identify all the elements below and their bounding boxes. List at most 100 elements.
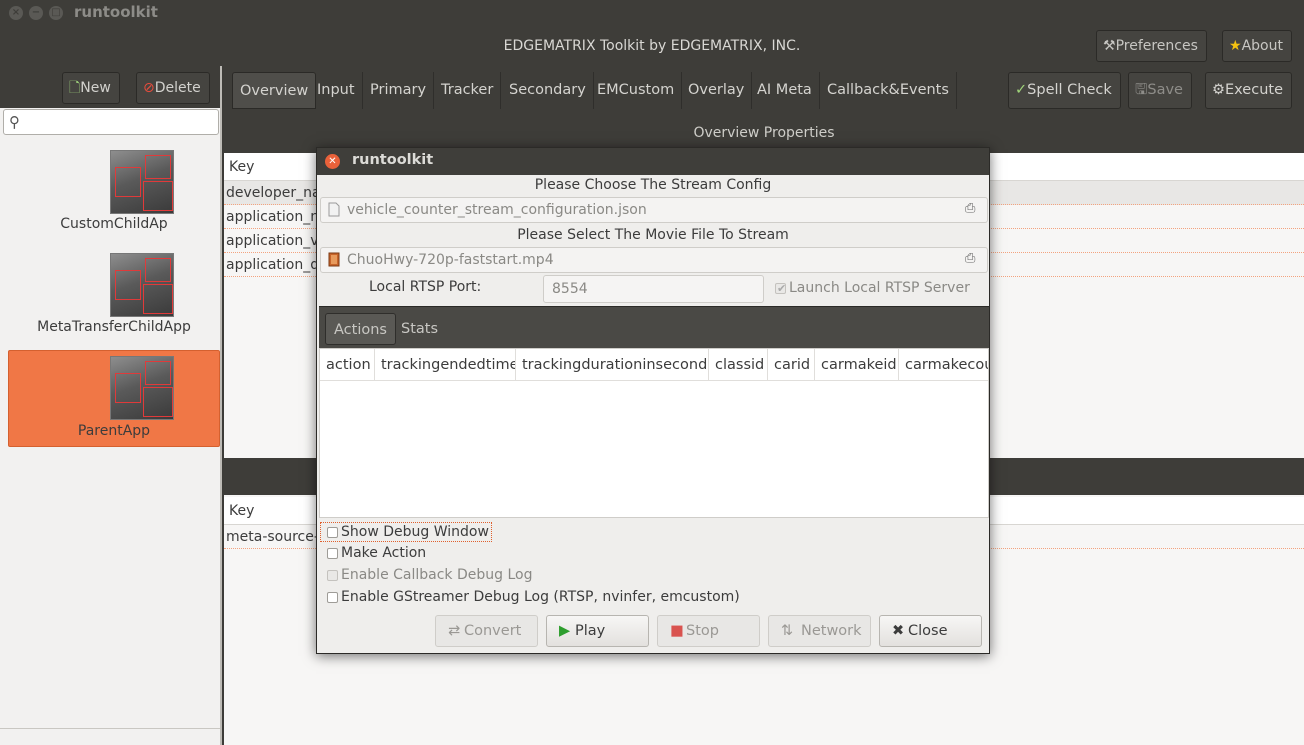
- callback-debug-checkbox[interactable]: Enable Callback Debug Log: [321, 566, 533, 586]
- window-minimize-icon[interactable]: −: [29, 6, 43, 20]
- tab-overlay[interactable]: Overlay: [681, 72, 753, 109]
- movie-file: ChuoHwy-720p-faststart.mp4: [347, 252, 554, 268]
- tools-icon: ⚒: [1103, 38, 1116, 54]
- search-icon: ⚲: [9, 113, 20, 131]
- network-button[interactable]: ⇅ Network: [768, 615, 871, 647]
- convert-button[interactable]: ⇄ Convert: [435, 615, 538, 647]
- network-label: Network: [801, 623, 862, 639]
- new-button[interactable]: 🗋New: [62, 72, 120, 104]
- movie-file-chooser[interactable]: ChuoHwy-720p-faststart.mp4 ⎙: [320, 247, 988, 273]
- file-icon: [328, 202, 340, 217]
- rtsp-port-input[interactable]: 8554: [543, 275, 764, 303]
- spell-check-icon: ✓: [1015, 82, 1028, 98]
- header-bar: EDGEMATRIX Toolkit by EDGEMATRIX, INC. ⚒…: [0, 26, 1304, 66]
- app-label: ParentApp: [77, 423, 151, 439]
- network-icon: ⇅: [781, 623, 794, 639]
- column-header[interactable]: trackingdurationinseconds: [516, 349, 709, 381]
- play-label: Play: [575, 623, 606, 639]
- stop-icon: ■: [670, 623, 684, 639]
- app-thumbnail: [110, 253, 174, 317]
- close-button[interactable]: ✖ Close: [879, 615, 982, 647]
- sidebar-footer-divider: [0, 728, 220, 729]
- play-icon: ▶: [559, 623, 571, 639]
- stop-button[interactable]: ■ Stop: [657, 615, 760, 647]
- spell-check-button[interactable]: ✓Spell Check: [1008, 72, 1121, 109]
- delete-button[interactable]: ⊘Delete: [136, 72, 210, 104]
- film-icon: [328, 252, 340, 267]
- open-file-icon: ⎙: [965, 251, 976, 266]
- stream-config-file: vehicle_counter_stream_configuration.jso…: [347, 202, 647, 218]
- no-entry-icon: ⊘: [143, 80, 155, 96]
- window-maximize-icon[interactable]: □: [49, 6, 63, 20]
- spell-check-label: Spell Check: [1027, 82, 1112, 98]
- preferences-button[interactable]: ⚒Preferences: [1096, 30, 1207, 62]
- tab-overview[interactable]: Overview: [232, 72, 317, 109]
- save-button[interactable]: 🖫Save: [1128, 72, 1192, 109]
- close-icon[interactable]: ✕: [325, 154, 340, 169]
- app-item-customchildapp[interactable]: CustomChildAp: [8, 150, 220, 247]
- about-label: About: [1241, 38, 1283, 54]
- stream-config-chooser[interactable]: vehicle_counter_stream_configuration.jso…: [320, 197, 988, 223]
- tab-emcustom[interactable]: EMCustom: [590, 72, 683, 109]
- stream-config-label: Please Choose The Stream Config: [534, 177, 772, 193]
- tab-actions[interactable]: Actions: [325, 313, 396, 345]
- new-label: New: [80, 80, 111, 96]
- app-thumbnail: [110, 150, 174, 214]
- tab-primary[interactable]: Primary: [363, 72, 435, 109]
- app-thumbnail: [110, 356, 174, 420]
- app-item-metatransferchildapp[interactable]: MetaTransferChildApp: [8, 253, 220, 350]
- app-label: MetaTransferChildApp: [37, 319, 191, 335]
- app-label: CustomChildAp: [60, 216, 168, 232]
- tab-ai-meta[interactable]: AI Meta: [750, 72, 820, 109]
- stack-switcher: Actions Stats: [319, 306, 989, 348]
- convert-icon: ⇄: [448, 623, 461, 639]
- app-item-parentapp[interactable]: ParentApp: [8, 350, 220, 447]
- about-button[interactable]: ★About: [1222, 30, 1292, 62]
- save-label: Save: [1147, 82, 1183, 98]
- tab-tracker[interactable]: Tracker: [434, 72, 502, 109]
- execute-label: Execute: [1225, 82, 1283, 98]
- search-input[interactable]: ⚲: [3, 109, 219, 135]
- launch-rtsp-label: Launch Local RTSP Server: [789, 280, 970, 296]
- column-header[interactable]: classid: [709, 349, 768, 381]
- actions-table[interactable]: action trackingendedtime trackingduratio…: [319, 348, 989, 518]
- window-close-icon[interactable]: ×: [9, 6, 23, 20]
- callback-debug-label: Enable Callback Debug Log: [341, 567, 533, 583]
- star-icon: ★: [1229, 38, 1242, 54]
- tab-secondary[interactable]: Secondary: [502, 72, 594, 109]
- stop-label: Stop: [686, 623, 719, 639]
- open-file-icon: ⎙: [965, 201, 976, 216]
- new-file-icon: 🗋: [69, 80, 81, 96]
- close-label: Close: [908, 623, 948, 639]
- make-action-label: Make Action: [341, 545, 427, 561]
- tab-stats[interactable]: Stats: [393, 313, 446, 345]
- gstreamer-debug-checkbox[interactable]: Enable GStreamer Debug Log (RTSP, nvinfe…: [321, 588, 740, 608]
- launch-rtsp-checkbox[interactable]: ✔ Launch Local RTSP Server: [769, 279, 970, 299]
- column-header[interactable]: action: [320, 349, 375, 381]
- preferences-label: Preferences: [1115, 38, 1198, 54]
- dialog-title: runtoolkit: [352, 152, 434, 168]
- column-header[interactable]: carid: [768, 349, 815, 381]
- play-button[interactable]: ▶ Play: [546, 615, 649, 647]
- editor-tabs-bar: Overview Input Primary Tracker Secondary…: [224, 66, 1304, 116]
- column-header[interactable]: trackingendedtime: [375, 349, 516, 381]
- rtsp-port-label: Local RTSP Port:: [369, 279, 482, 295]
- execute-button[interactable]: ⚙Execute: [1205, 72, 1292, 109]
- check-icon: ✔: [777, 282, 787, 295]
- show-debug-checkbox[interactable]: Show Debug Window: [320, 522, 492, 542]
- tab-input[interactable]: Input: [310, 72, 363, 109]
- dialog-titlebar: ✕ runtoolkit: [317, 148, 989, 175]
- window-title: runtoolkit: [74, 3, 158, 21]
- column-header[interactable]: carmakecou: [899, 349, 988, 381]
- gears-icon: ⚙: [1212, 82, 1225, 98]
- column-header[interactable]: carmakeid: [815, 349, 899, 381]
- run-dialog: ✕ runtoolkit Please Choose The Stream Co…: [316, 147, 990, 654]
- delete-label: Delete: [154, 80, 201, 96]
- make-action-checkbox[interactable]: Make Action: [321, 544, 426, 564]
- movie-file-label: Please Select The Movie File To Stream: [517, 227, 789, 243]
- tab-callback-events[interactable]: Callback&Events: [820, 72, 957, 109]
- window-titlebar: × − □ runtoolkit: [0, 0, 1304, 26]
- show-debug-label: Show Debug Window: [341, 524, 489, 540]
- app-sidebar: 🗋New ⊘Delete ⚲ CustomChildAp MetaTransfe…: [0, 66, 222, 745]
- save-icon: 🖫: [1135, 82, 1148, 98]
